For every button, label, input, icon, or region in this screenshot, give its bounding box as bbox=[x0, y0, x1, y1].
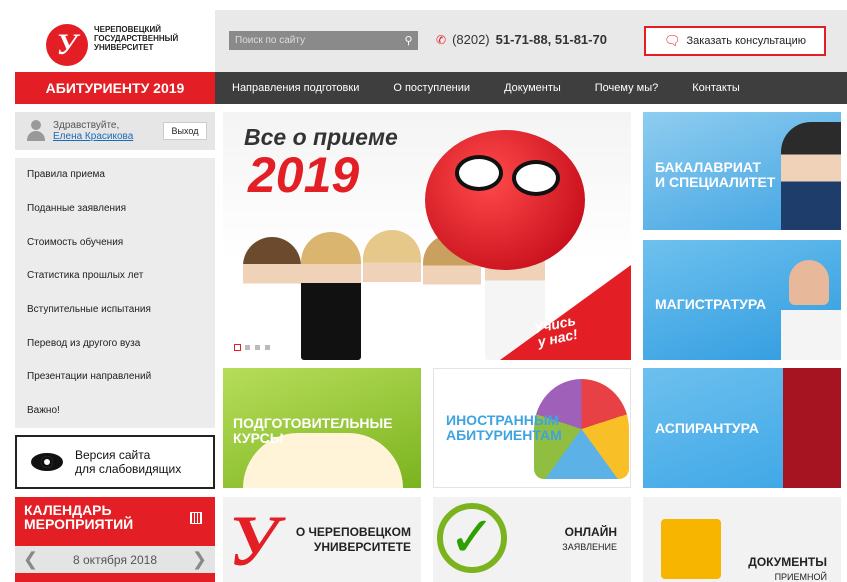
eye-icon bbox=[31, 453, 63, 471]
sidebar-item-transfer[interactable]: Перевод из другого вуза bbox=[15, 326, 215, 360]
calendar-title-line2: МЕРОПРИЯТИЙ bbox=[24, 516, 134, 532]
slider-dot[interactable] bbox=[234, 344, 241, 351]
sidebar-item-rules[interactable]: Правила приема bbox=[15, 158, 215, 192]
consultation-button[interactable]: 🗨 Заказать консультацию bbox=[644, 26, 826, 56]
tile-docs-label: ДОКУМЕНТЫ ПРИЕМНОЙ bbox=[748, 555, 827, 582]
chevron-right-icon[interactable]: ❯ bbox=[192, 549, 207, 570]
search-input[interactable] bbox=[229, 31, 399, 50]
consultation-label: Заказать консультацию bbox=[686, 35, 806, 47]
mascot-eye-right bbox=[512, 160, 560, 196]
low-vision-label: Версия сайта для слабовидящих bbox=[75, 448, 181, 476]
sidebar-menu: Правила приема Поданные заявления Стоимо… bbox=[15, 158, 215, 428]
nav-item-why-us[interactable]: Почему мы? bbox=[595, 82, 658, 94]
tile-about-label: О ЧЕРЕПОВЕЦКОМ УНИВЕРСИТЕТЕ bbox=[296, 525, 411, 555]
low-vision-line2: для слабовидящих bbox=[75, 462, 182, 476]
low-vision-line1: Версия сайта bbox=[75, 448, 151, 462]
tile-foreign-line2: АБИТУРИЕНТАМ bbox=[446, 427, 562, 443]
low-vision-button[interactable]: Версия сайта для слабовидящих bbox=[15, 435, 215, 489]
tile-master[interactable]: МАГИСТРАТУРА bbox=[643, 240, 841, 360]
sidebar-item-cost[interactable]: Стоимость обучения bbox=[15, 225, 215, 259]
tile-prep-courses[interactable]: ПОДГОТОВИТЕЛЬНЫЕ КУРСЫ bbox=[223, 368, 421, 488]
user-box: Здравствуйте, Елена Красикова Выход bbox=[15, 112, 215, 150]
tile-online-application[interactable]: ✓ ОНЛАЙН ЗАЯВЛЕНИЕ bbox=[433, 497, 631, 582]
sidebar-item-exams[interactable]: Вступительные испытания bbox=[15, 293, 215, 327]
calendar-title-line1: КАЛЕНДАРЬ bbox=[24, 502, 112, 518]
tile-prep-line1: ПОДГОТОВИТЕЛЬНЫЕ bbox=[233, 415, 393, 431]
calendar-date: 8 октября 2018 bbox=[73, 552, 157, 567]
tile-docs-line2: ПРИЕМНОЙ bbox=[774, 572, 827, 582]
slider-dots bbox=[234, 344, 271, 351]
mascot-eye-left bbox=[455, 155, 503, 191]
user-name-link[interactable]: Елена Красикова bbox=[53, 131, 163, 142]
nav-applicant-2019[interactable]: АБИТУРИЕНТУ 2019 bbox=[15, 72, 215, 104]
passport-illustration bbox=[783, 368, 841, 488]
chat-icon: 🗨 bbox=[664, 33, 681, 48]
tile-foreign-label: ИНОСТРАННЫМ АБИТУРИЕНТАМ bbox=[446, 413, 562, 443]
hand-illustration bbox=[789, 260, 829, 305]
greeting: Здравствуйте, Елена Красикова bbox=[53, 120, 163, 142]
tile-postgraduate-label: АСПИРАНТУРА bbox=[655, 420, 759, 436]
tile-bachelor-label: БАКАЛАВРИАТ И СПЕЦИАЛИТЕТ bbox=[655, 160, 775, 190]
logo-text: ЧЕРЕПОВЕЦКИЙ ГОСУДАРСТВЕННЫЙ УНИВЕРСИТЕТ bbox=[94, 25, 179, 52]
slider-dot[interactable] bbox=[264, 344, 271, 351]
tile-admission-documents[interactable]: ДОКУМЕНТЫ ПРИЕМНОЙ bbox=[643, 497, 841, 582]
chevron-left-icon[interactable]: ❮ bbox=[23, 549, 38, 570]
tile-docs-line1: ДОКУМЕНТЫ bbox=[748, 555, 827, 569]
greeting-text: Здравствуйте, bbox=[53, 120, 120, 131]
nav-item-directions[interactable]: Направления подготовки bbox=[232, 82, 359, 94]
sidebar-item-presentations[interactable]: Презентации направлений bbox=[15, 360, 215, 394]
university-logo-icon[interactable]: У bbox=[46, 24, 88, 66]
tile-foreign-applicants[interactable]: ИНОСТРАННЫМ АБИТУРИЕНТАМ bbox=[433, 368, 631, 488]
tile-bachelor-line2: И СПЕЦИАЛИТЕТ bbox=[655, 174, 776, 190]
tile-bachelor-line1: БАКАЛАВРИАТ bbox=[655, 159, 761, 175]
calendar-title[interactable]: КАЛЕНДАРЬ МЕРОПРИЯТИЙ bbox=[24, 503, 133, 531]
sidebar-item-statistics[interactable]: Статистика прошлых лет bbox=[15, 259, 215, 293]
main-nav: Направления подготовки О поступлении Док… bbox=[215, 72, 847, 104]
checkmark-icon: ✓ bbox=[437, 503, 507, 573]
phone-numbers: 51-71-88, 51-81-70 bbox=[495, 32, 607, 47]
calendar-date-nav: ❮ 8 октября 2018 ❯ bbox=[15, 546, 215, 573]
slider-dot[interactable] bbox=[244, 344, 251, 351]
books-illustration bbox=[781, 310, 841, 360]
sidebar-item-important[interactable]: Важно! bbox=[15, 394, 215, 428]
tile-online-label: ОНЛАЙН ЗАЯВЛЕНИЕ bbox=[562, 525, 617, 555]
tile-bachelor[interactable]: БАКАЛАВРИАТ И СПЕЦИАЛИТЕТ bbox=[643, 112, 841, 230]
nav-item-documents[interactable]: Документы bbox=[504, 82, 561, 94]
tile-about-university[interactable]: У О ЧЕРЕПОВЕЦКОМ УНИВЕРСИТЕТЕ bbox=[223, 497, 421, 582]
folder-icon bbox=[661, 519, 721, 579]
mascot-illustration bbox=[425, 130, 585, 270]
search-box: ⚲ bbox=[229, 31, 418, 50]
phone-code: (8202) bbox=[452, 32, 490, 47]
search-icon[interactable]: ⚲ bbox=[399, 31, 418, 50]
phone-icon: ✆ bbox=[436, 32, 447, 47]
university-logo-icon: У bbox=[229, 501, 280, 581]
user-avatar-icon bbox=[25, 120, 47, 142]
graduate-illustration bbox=[781, 122, 841, 230]
sidebar-item-applications[interactable]: Поданные заявления bbox=[15, 192, 215, 226]
nav-item-contacts[interactable]: Контакты bbox=[692, 82, 740, 94]
tile-prep-line2: КУРСЫ bbox=[233, 430, 284, 446]
tile-online-line2: ЗАЯВЛЕНИЕ bbox=[562, 542, 617, 552]
tile-foreign-line1: ИНОСТРАННЫМ bbox=[446, 412, 560, 428]
tile-prep-courses-label: ПОДГОТОВИТЕЛЬНЫЕ КУРСЫ bbox=[233, 416, 393, 446]
slider-dot[interactable] bbox=[254, 344, 261, 351]
tile-postgraduate[interactable]: АСПИРАНТУРА bbox=[643, 368, 841, 488]
nav-item-admission[interactable]: О поступлении bbox=[393, 82, 470, 94]
tile-master-label: МАГИСТРАТУРА bbox=[655, 296, 767, 312]
phone-contact: ✆ (8202) 51-71-88, 51-81-70 bbox=[436, 32, 607, 47]
tile-online-line1: ОНЛАЙН bbox=[564, 525, 617, 539]
logout-button[interactable]: Выход bbox=[163, 122, 207, 140]
tile-about-line1: О ЧЕРЕПОВЕЦКОМ bbox=[295, 525, 411, 539]
calendar-icon[interactable] bbox=[190, 512, 202, 524]
banner-year: 2019 bbox=[248, 147, 360, 203]
tile-about-line2: УНИВЕРСИТЕТЕ bbox=[313, 540, 411, 554]
